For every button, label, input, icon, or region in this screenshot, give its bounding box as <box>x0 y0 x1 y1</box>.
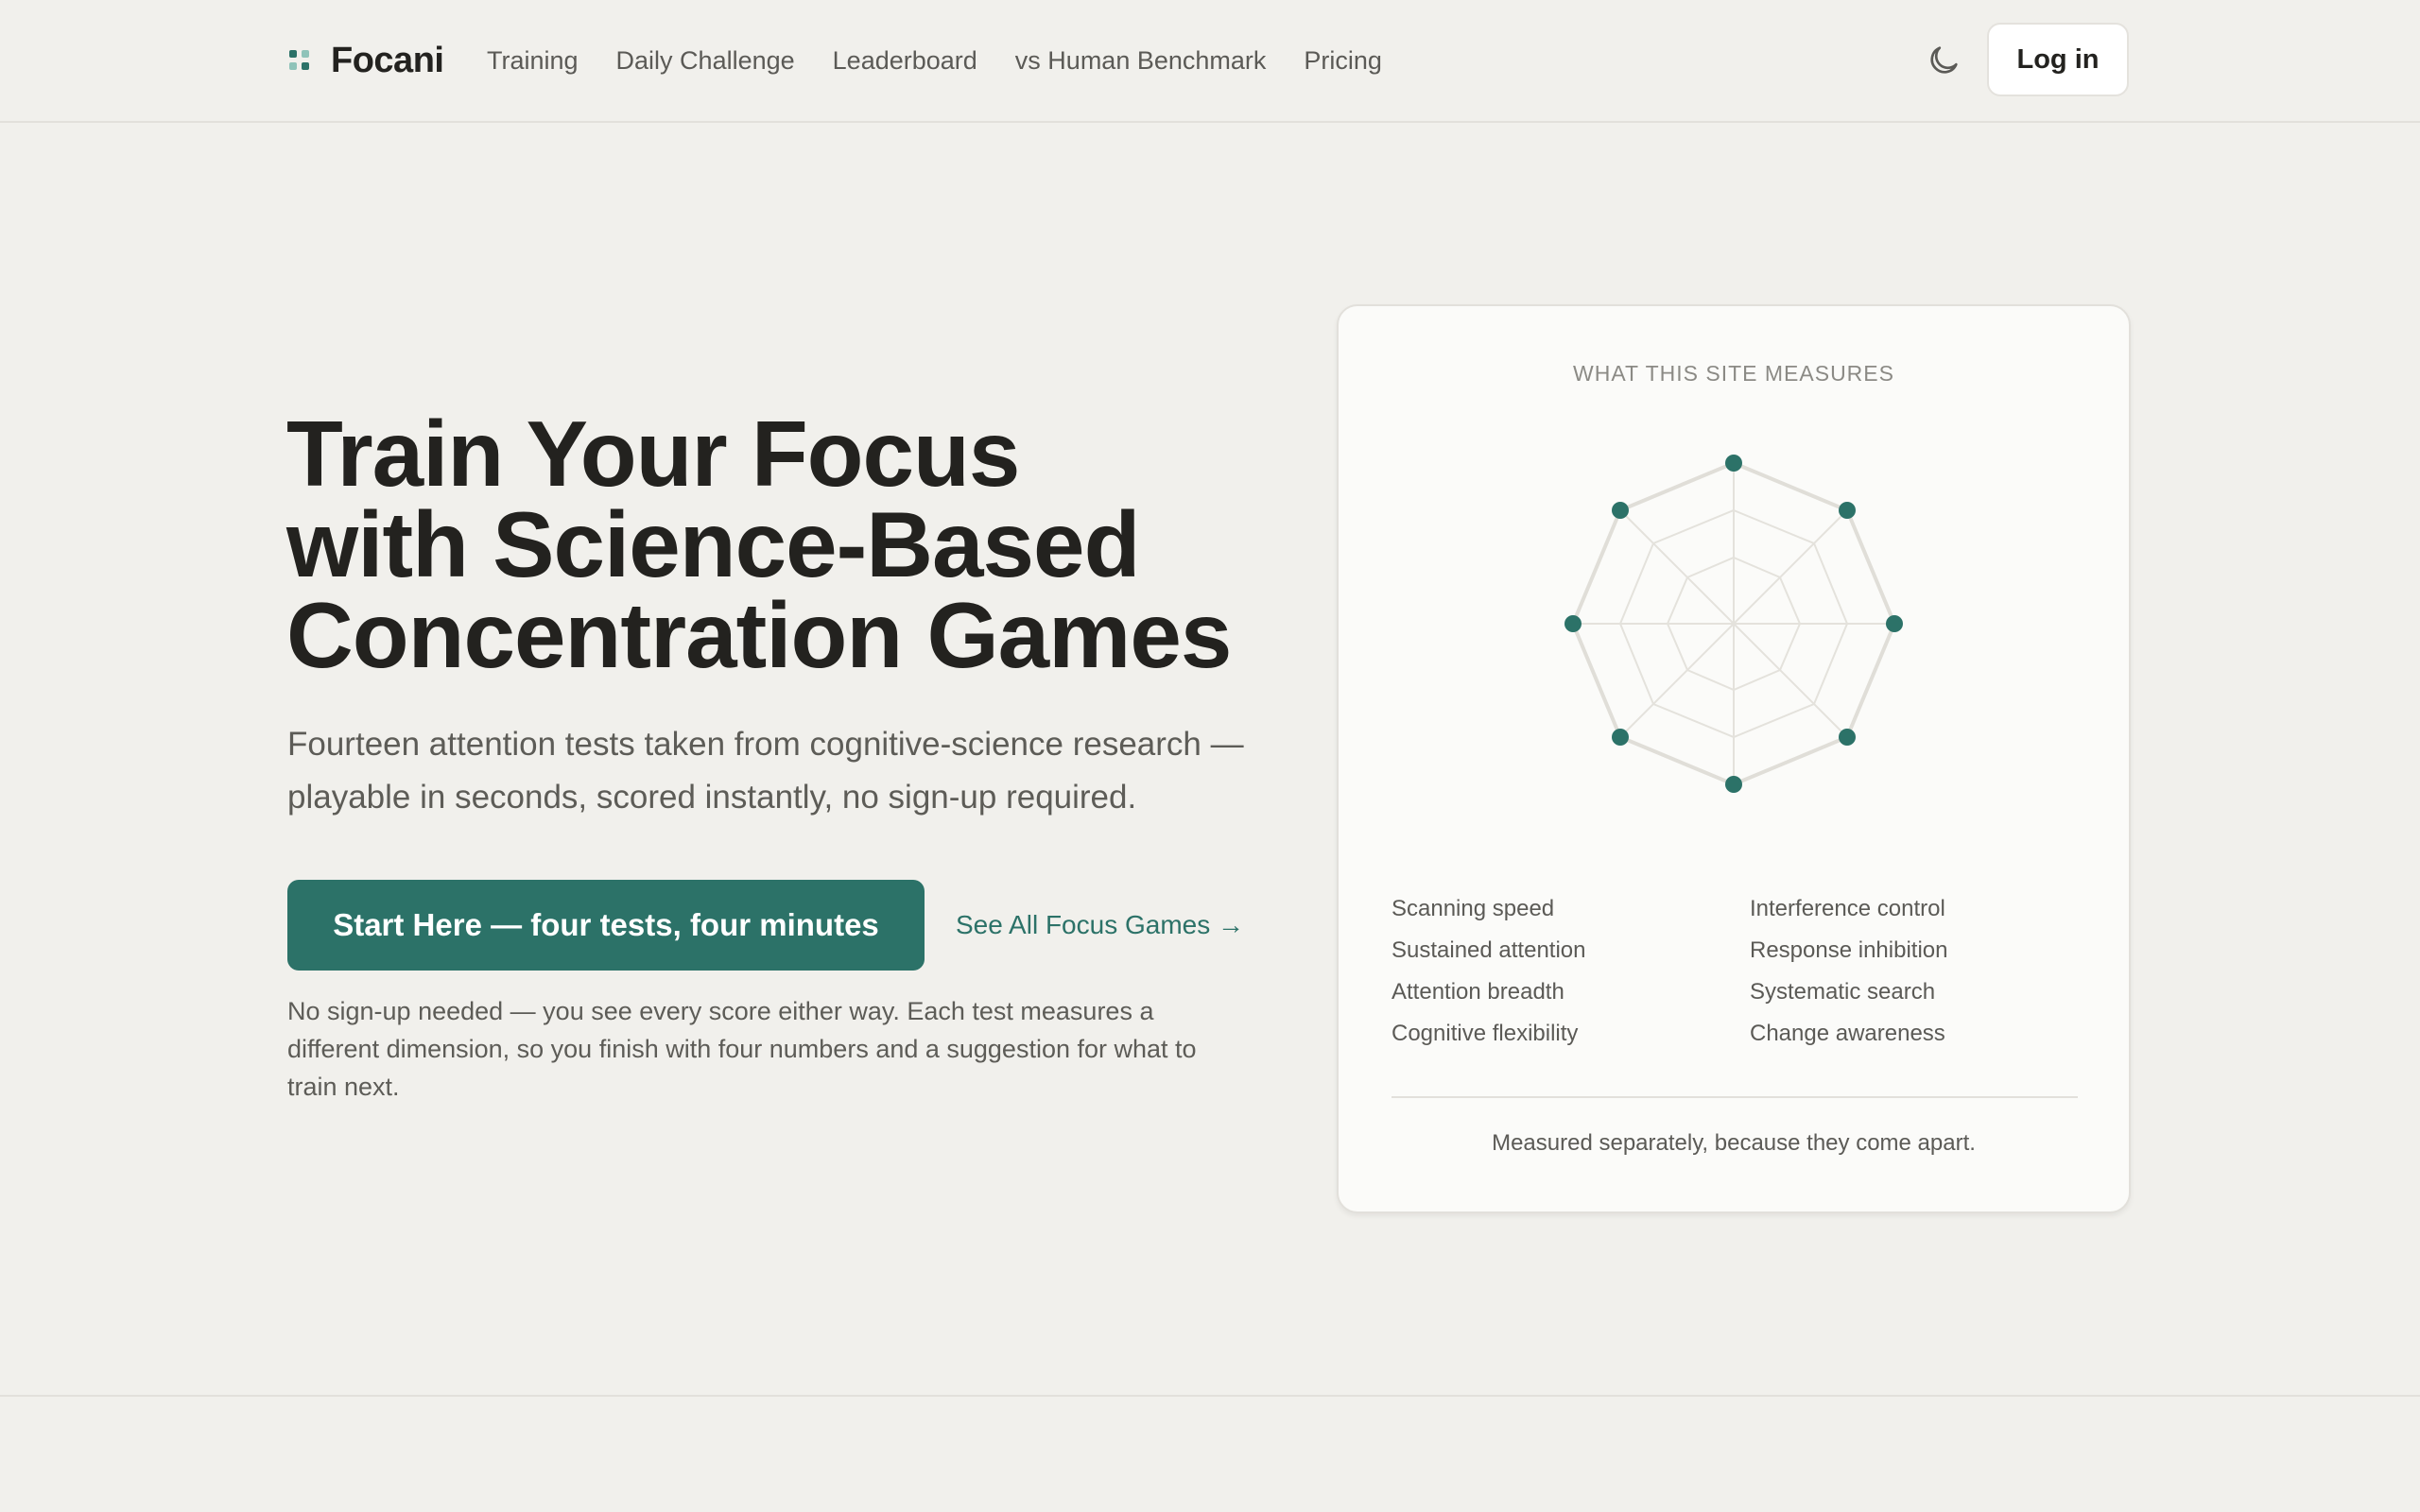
card-footer-text: Measured separately, because they come a… <box>1492 1130 1976 1156</box>
section-divider <box>0 1395 2420 1397</box>
hero-note: No sign-up needed — you see every score … <box>287 997 1197 1101</box>
brand-logo[interactable]: Focani <box>289 38 444 83</box>
hero-title-line: with Science-Based <box>286 492 1140 596</box>
start-here-button[interactable]: Start Here — four tests, four minutes <box>287 880 925 971</box>
metric-item: Systematic search <box>1750 979 1936 1005</box>
metric-item: Scanning speed <box>1392 896 1555 921</box>
metric-item: Interference control <box>1750 896 1945 921</box>
metric-item: Cognitive flexibility <box>1392 1021 1579 1046</box>
card-title: WHAT THIS SITE MEASURES <box>1573 361 1894 386</box>
login-button[interactable]: Log in <box>1987 23 2129 96</box>
metric-item: Change awareness <box>1750 1021 1945 1046</box>
hero-subtitle: Fourteen attention tests taken from cogn… <box>287 726 1244 816</box>
main-nav: Training Daily Challenge Leaderboard vs … <box>487 42 1420 79</box>
nav-pricing[interactable]: Pricing <box>1304 42 1382 79</box>
see-all-games-link[interactable]: See All Focus Games → <box>956 905 1244 945</box>
logo-grid-icon <box>289 50 310 71</box>
hero-title: Train Your Focus with Science-Based Conc… <box>286 407 1279 681</box>
moon-icon[interactable] <box>1925 42 1962 79</box>
metric-item: Sustained attention <box>1392 937 1586 963</box>
metrics-list: Scanning speed Interference control Sust… <box>1392 892 2091 1051</box>
card-divider <box>1392 1096 2078 1098</box>
hero-title-line: Train Your Focus <box>286 402 1020 506</box>
nav-daily-challenge[interactable]: Daily Challenge <box>616 42 795 79</box>
measures-card: WHAT THIS SITE MEASURES Scanning speed I… <box>1337 304 2131 1213</box>
metric-item: Response inhibition <box>1750 937 1948 963</box>
top-navigation-bar: Focani Training Daily Challenge Leaderbo… <box>0 0 2420 123</box>
hero-title-line: Concentration Games <box>286 583 1232 687</box>
metric-item: Attention breadth <box>1392 979 1564 1005</box>
nav-leaderboard[interactable]: Leaderboard <box>833 42 977 79</box>
nav-training[interactable]: Training <box>487 42 579 79</box>
nav-vs-human-benchmark[interactable]: vs Human Benchmark <box>1015 42 1267 79</box>
radar-diagram <box>1564 455 1903 793</box>
brand-name: Focani <box>331 40 444 80</box>
